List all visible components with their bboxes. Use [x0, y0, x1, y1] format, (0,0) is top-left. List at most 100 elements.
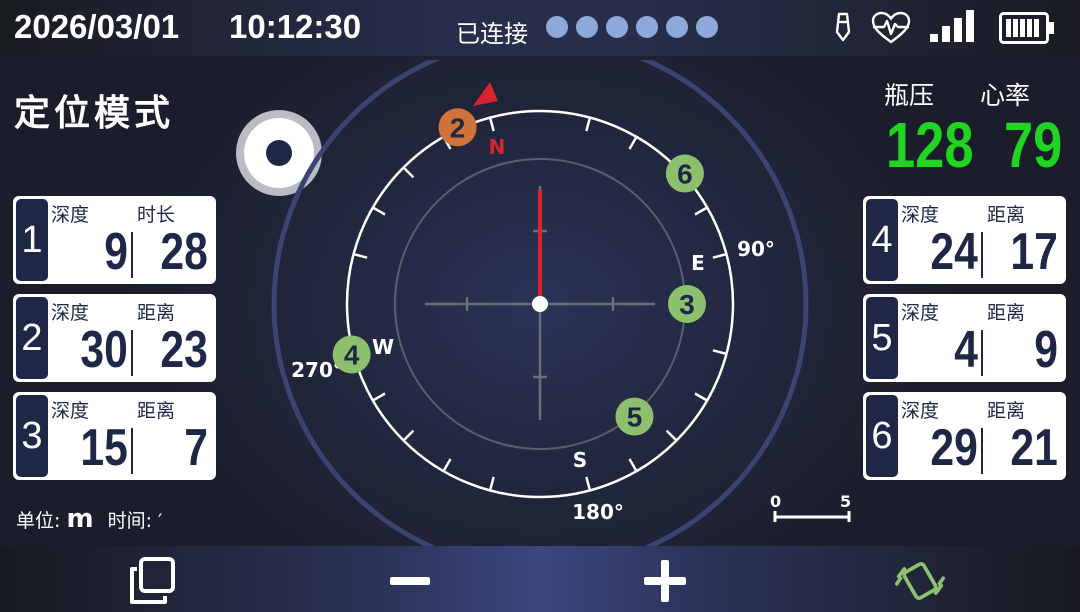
heart-rate-value: 79	[1004, 109, 1063, 181]
bearing-180-label: 180°	[572, 500, 624, 524]
dial-tick	[372, 392, 386, 402]
depth-label: 深度	[51, 204, 90, 226]
dial-tick	[372, 206, 386, 216]
card-index: 3	[16, 395, 48, 477]
time-display: 10:12:30	[229, 8, 362, 45]
pressure-value: 128	[886, 109, 974, 181]
target-card[interactable]: 2 深度 距离 30 23	[13, 294, 216, 382]
card-divider	[981, 232, 983, 278]
dial-tick	[628, 136, 638, 150]
card-divider	[131, 428, 133, 474]
vibrate-icon	[895, 562, 945, 600]
card-index: 4	[866, 199, 898, 281]
copy-icon	[130, 557, 175, 604]
depth-value: 24	[930, 223, 978, 281]
marker-number: 4	[344, 339, 360, 370]
dial-tick	[665, 429, 678, 442]
distance-value: 9	[1034, 321, 1058, 379]
time-value: ′	[158, 510, 163, 532]
dive-screen: 2026/03/01 10:12:30 已连接 定位模式 1 深度 时长 9 2…	[0, 0, 1080, 612]
distance-label: 距离	[137, 400, 176, 422]
depth-value: 15	[80, 419, 128, 477]
connection-dot	[576, 16, 598, 38]
card-index: 1	[16, 199, 48, 281]
heart-rate-label: 心率	[980, 81, 1031, 110]
heartbeat-icon	[870, 10, 912, 50]
connection-dot	[666, 16, 688, 38]
dial-tick	[488, 476, 495, 491]
target-marker-3[interactable]: 3	[668, 285, 706, 323]
dial-tick	[442, 458, 452, 472]
distance-value: 23	[160, 321, 208, 379]
zoom-out-button[interactable]	[385, 556, 435, 606]
scale-max-label: 5	[840, 492, 852, 511]
marker-number: 5	[627, 402, 643, 433]
target-marker-5[interactable]: 5	[615, 397, 654, 436]
target-marker-4[interactable]: 4	[332, 335, 371, 374]
card-divider	[981, 428, 983, 474]
depth-label: 深度	[901, 302, 940, 324]
dial-tick	[628, 458, 638, 472]
target-card[interactable]: 4 深度 距离 24 17	[863, 196, 1066, 284]
signal-icon	[930, 10, 976, 48]
compass: N E S W 90° 180° 270° 26345	[271, 60, 809, 546]
vibrate-button[interactable]	[895, 556, 945, 606]
connection-dots	[546, 16, 718, 38]
distance-value: 21	[1010, 419, 1058, 477]
north-label: N	[489, 135, 506, 159]
card-index: 6	[866, 395, 898, 477]
target-marker-6[interactable]: 6	[665, 154, 704, 193]
dial-tick	[694, 206, 708, 216]
card-divider	[131, 232, 133, 278]
target-marker-2[interactable]: 2	[438, 108, 477, 147]
dial-tick	[585, 476, 592, 491]
distance-label: 距离	[987, 302, 1026, 324]
connection-dot	[696, 16, 718, 38]
dial-tick	[402, 166, 415, 179]
unit-value: m	[66, 504, 94, 534]
minus-icon	[390, 577, 430, 585]
dial-tick	[585, 117, 592, 132]
card-divider	[981, 330, 983, 376]
dial-tick	[712, 252, 727, 259]
connection-status-label: 已连接	[456, 20, 528, 48]
zoom-in-button[interactable]	[640, 556, 690, 606]
target-card[interactable]: 6 深度 距离 29 21	[863, 392, 1066, 480]
card-index: 2	[16, 297, 48, 379]
east-label: E	[691, 251, 705, 275]
distance-value: 17	[1010, 223, 1058, 281]
depth-value: 9	[104, 223, 128, 281]
depth-value: 4	[954, 321, 978, 379]
dial-tick	[694, 392, 708, 402]
bearing-90-label: 90°	[737, 237, 775, 261]
marker-number: 6	[677, 159, 693, 190]
north-pointer-icon	[473, 82, 498, 106]
mode-title: 定位模式	[14, 93, 175, 134]
target-card[interactable]: 1 深度 时长 9 28	[13, 196, 216, 284]
connection-dot	[546, 16, 568, 38]
connection-dot	[636, 16, 658, 38]
unit-line: 单位: m 时间: ′	[16, 504, 162, 534]
copy-button[interactable]	[128, 556, 178, 606]
target-card[interactable]: 5 深度 距离 4 9	[863, 294, 1066, 382]
depth-value: 30	[80, 321, 128, 379]
dial-tick	[402, 429, 415, 442]
dial-tick	[712, 349, 727, 356]
date-display: 2026/03/01	[14, 8, 180, 45]
marker-number: 2	[450, 112, 466, 143]
scale-bar: 0 5	[770, 492, 854, 522]
pen-icon	[832, 10, 854, 48]
south-label: S	[573, 448, 587, 472]
dial-tick	[353, 252, 368, 259]
target-card[interactable]: 3 深度 距离 15 7	[13, 392, 216, 480]
duration-value: 28	[160, 223, 208, 281]
status-bar: 2026/03/01 10:12:30 已连接	[0, 0, 1080, 56]
distance-value: 7	[184, 419, 208, 477]
connection-dot	[606, 16, 628, 38]
dial-tick	[488, 117, 495, 132]
pressure-label: 瓶压	[884, 81, 935, 110]
battery-icon	[999, 12, 1055, 48]
west-label: W	[372, 335, 394, 359]
card-divider	[131, 330, 133, 376]
card-index: 5	[866, 297, 898, 379]
